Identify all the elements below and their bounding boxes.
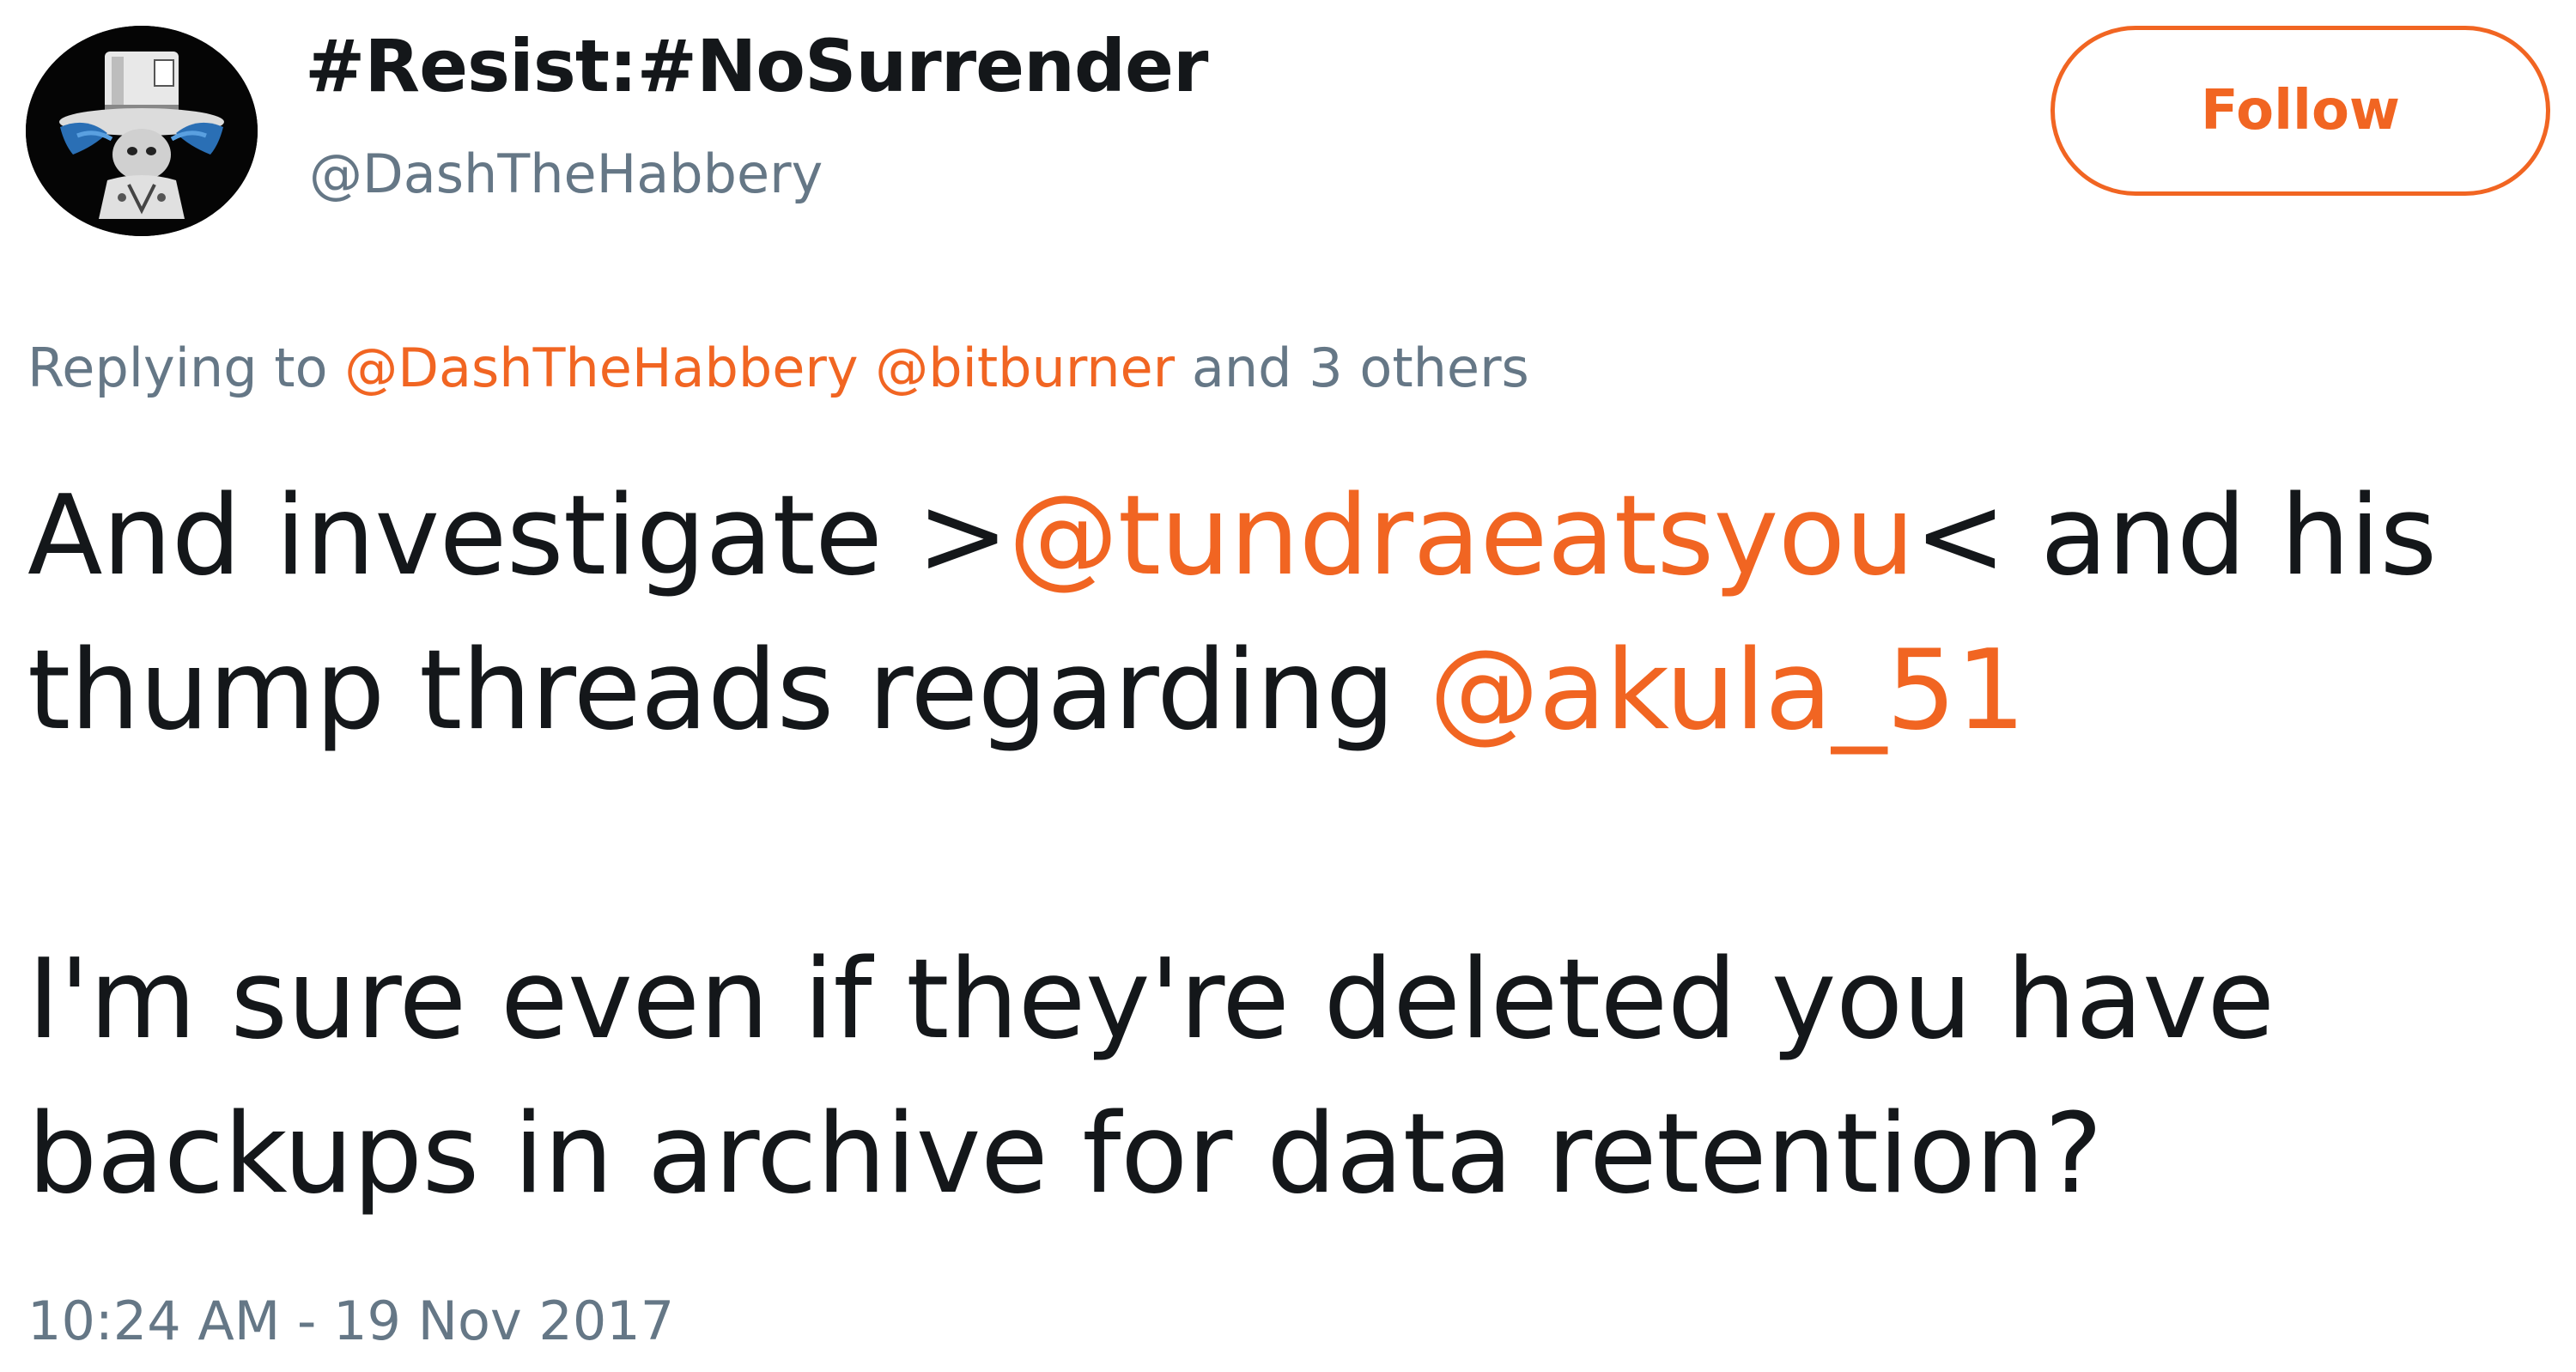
tweet-text: And investigate >@tundraeatsyou< and his…	[27, 459, 2569, 1232]
mention-tundraeatsyou[interactable]: @tundraeatsyou	[1008, 472, 1915, 600]
follow-button[interactable]: Follow	[2050, 26, 2550, 196]
mention-akula-51[interactable]: @akula_51	[1430, 627, 2026, 755]
tweet-text-segment: < and his	[1914, 472, 2437, 600]
tweet-text-line: thump threads regarding @akula_51	[27, 614, 2569, 768]
replying-to-line: Replying to @DashTheHabbery @bitburner a…	[27, 330, 1529, 407]
tweet-text-line: I'm sure even if they're deleted you hav…	[27, 936, 2275, 1064]
reply-mention-bitburner[interactable]: @bitburner	[875, 337, 1175, 399]
tweet-text-line: And investigate >@tundraeatsyou< and his	[27, 459, 2569, 614]
author-handle[interactable]: @DashTheHabbery	[309, 136, 823, 213]
author-display-name[interactable]: #Resist:#NoSurrender	[305, 19, 1208, 113]
reply-others-link[interactable]: and 3 others	[1192, 337, 1529, 399]
replying-to-prefix: Replying to	[27, 337, 328, 399]
tweet-timestamp[interactable]: 10:24 AM - 19 Nov 2017	[27, 1283, 674, 1360]
tweet-text-line: backups in archive for data retention?	[27, 1090, 2103, 1218]
mad-hatter-avatar-icon	[26, 26, 258, 236]
tweet-text-segment: And investigate >	[27, 472, 1009, 600]
reply-mention-dashthehabbery[interactable]: @DashTheHabbery	[344, 337, 858, 399]
tweet-text-segment: thump threads regarding	[27, 627, 1430, 755]
avatar[interactable]	[26, 26, 258, 236]
